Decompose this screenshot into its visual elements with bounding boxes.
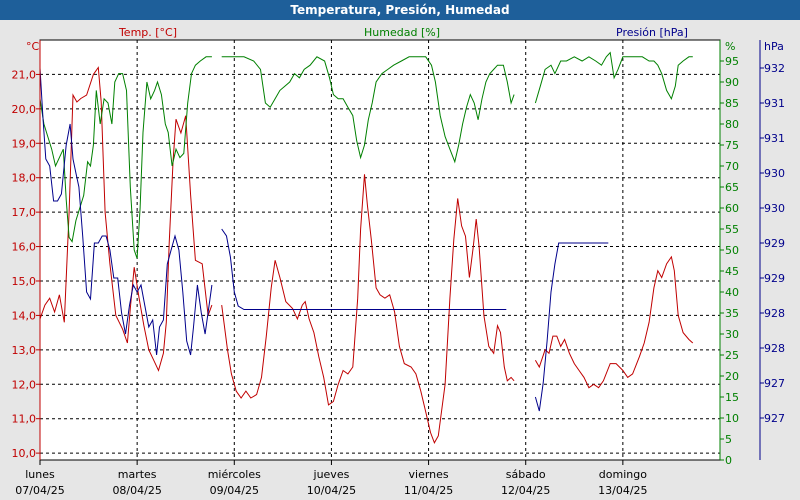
- x-tick-date: 12/04/25: [501, 484, 550, 497]
- pressure-tick-label: 931: [764, 97, 785, 110]
- pressure-tick-label: 927: [764, 412, 785, 425]
- pressure-tick-label: 932: [764, 62, 785, 75]
- temp-tick-label: 20,0: [12, 103, 37, 116]
- humidity-tick-label: 90: [725, 76, 739, 89]
- pressure-tick-label: 929: [764, 272, 785, 285]
- humidity-tick-label: 10: [725, 412, 739, 425]
- x-tick-day: viernes: [409, 468, 449, 481]
- x-tick-date: 11/04/25: [404, 484, 453, 497]
- humidity-unit-label: %: [725, 40, 735, 53]
- temp-tick-label: 15,0: [12, 275, 37, 288]
- temp-tick-label: 21,0: [12, 68, 37, 81]
- temp-tick-label: 17,0: [12, 206, 37, 219]
- temp-tick-label: 19,0: [12, 137, 37, 150]
- temp-tick-label: 18,0: [12, 172, 37, 185]
- pressure-tick-label: 929: [764, 237, 785, 250]
- humidity-header: Humedad [%]: [364, 26, 440, 39]
- temp-tick-label: 10,0: [12, 447, 37, 460]
- pressure-tick-label: 928: [764, 307, 785, 320]
- x-tick-day: domingo: [599, 468, 647, 481]
- humidity-tick-label: 50: [725, 244, 739, 257]
- x-tick-date: 13/04/25: [598, 484, 647, 497]
- x-tick-day: lunes: [25, 468, 55, 481]
- humidity-tick-label: 95: [725, 55, 739, 68]
- humidity-tick-label: 45: [725, 265, 739, 278]
- humidity-tick-label: 0: [725, 454, 732, 467]
- temp-tick-label: 13,0: [12, 344, 37, 357]
- humidity-tick-label: 85: [725, 97, 739, 110]
- pressure-tick-label: 927: [764, 377, 785, 390]
- humidity-tick-label: 30: [725, 328, 739, 341]
- temp-tick-label: 12,0: [12, 378, 37, 391]
- humidity-tick-label: 25: [725, 349, 739, 362]
- humidity-tick-label: 20: [725, 370, 739, 383]
- pressure-tick-label: 930: [764, 167, 785, 180]
- x-tick-date: 09/04/25: [210, 484, 259, 497]
- pressure-tick-label: 930: [764, 202, 785, 215]
- x-tick-day: miércoles: [208, 468, 261, 481]
- x-tick-date: 08/04/25: [112, 484, 161, 497]
- humidity-tick-label: 15: [725, 391, 739, 404]
- humidity-tick-label: 35: [725, 307, 739, 320]
- pressure-tick-label: 931: [764, 132, 785, 145]
- x-tick-day: martes: [118, 468, 157, 481]
- x-tick-day: sábado: [506, 468, 546, 481]
- humidity-tick-label: 70: [725, 160, 739, 173]
- temp-unit-label: °C: [26, 40, 40, 53]
- pressure-unit-label: hPa: [764, 40, 784, 53]
- humidity-tick-label: 5: [725, 433, 732, 446]
- humidity-tick-label: 75: [725, 139, 739, 152]
- humidity-tick-label: 55: [725, 223, 739, 236]
- x-tick-date: 07/04/25: [15, 484, 64, 497]
- temp-tick-label: 11,0: [12, 413, 37, 426]
- plot-area: [40, 40, 720, 460]
- weather-chart: lunes 07/04/25 martes 08/04/25 miércoles 09/0…: [12, 26, 786, 497]
- temp-header: Temp. [°C]: [118, 26, 177, 39]
- temp-tick-label: 14,0: [12, 309, 37, 322]
- humidity-tick-label: 40: [725, 286, 739, 299]
- temp-tick-label: 16,0: [12, 241, 37, 254]
- x-tick-day: jueves: [313, 468, 350, 481]
- humidity-tick-label: 80: [725, 118, 739, 131]
- x-tick-date: 10/04/25: [307, 484, 356, 497]
- pressure-tick-label: 928: [764, 342, 785, 355]
- pressure-header: Presión [hPa]: [616, 26, 688, 39]
- humidity-tick-label: 60: [725, 202, 739, 215]
- humidity-tick-label: 65: [725, 181, 739, 194]
